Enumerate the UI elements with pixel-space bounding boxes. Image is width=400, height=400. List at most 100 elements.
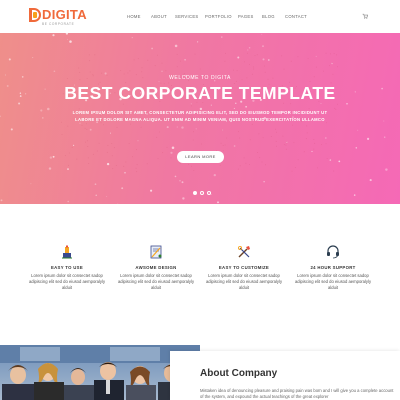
particle-dot — [30, 183, 32, 185]
logo-word: DIGITA — [42, 7, 87, 22]
map-dot — [107, 144, 109, 146]
map-dot — [262, 137, 264, 139]
map-dot — [245, 162, 247, 164]
map-dot — [113, 147, 115, 149]
map-dot — [297, 159, 299, 161]
particle-dot — [353, 194, 356, 196]
map-dot — [112, 168, 114, 170]
particle-dot — [248, 47, 251, 49]
particle-dot — [366, 137, 370, 141]
particle-dot — [237, 56, 240, 59]
particle-dot — [338, 160, 341, 163]
map-dot — [65, 155, 66, 157]
map-dot — [136, 149, 137, 151]
design-icon — [150, 245, 162, 259]
logo[interactable]: DIGITA BE CORPORATE — [29, 8, 87, 26]
nav-item-pages[interactable]: PAGES — [238, 14, 254, 19]
particle-dot — [121, 187, 124, 190]
map-dot — [188, 163, 190, 165]
nav-item-about[interactable]: ABOUT — [151, 14, 167, 19]
map-dot — [120, 70, 122, 71]
particle-dot — [213, 173, 216, 177]
particle-dot — [261, 33, 263, 35]
map-dot — [293, 142, 295, 144]
feature-title: AWSOME DESIGN — [135, 265, 177, 270]
learn-more-button[interactable]: LEARN MORE — [177, 151, 224, 163]
particle-dot — [179, 179, 181, 182]
particle-dot — [106, 162, 110, 166]
particle-dot — [94, 183, 97, 186]
map-dot — [219, 164, 221, 166]
map-dot — [281, 55, 283, 57]
slider-dot-2[interactable] — [200, 191, 204, 195]
particle-dot — [233, 145, 236, 147]
map-dot — [84, 127, 86, 129]
map-dot — [306, 125, 308, 127]
particle-dot — [52, 34, 55, 37]
nav-item-services[interactable]: SERVICES — [175, 14, 199, 19]
map-dot — [313, 139, 315, 140]
particle-dot — [67, 200, 69, 203]
particle-dot — [52, 155, 55, 158]
map-dot — [258, 133, 260, 135]
slider-dot-1[interactable] — [193, 191, 197, 195]
particle-dot — [357, 129, 359, 131]
particle-dot — [47, 107, 50, 111]
feature-text: Lorem ipsum dolor sit consectet sadop ad… — [28, 273, 106, 290]
map-dot — [261, 161, 263, 163]
map-dot — [191, 165, 192, 167]
map-dot — [251, 123, 253, 125]
map-dot — [86, 128, 88, 130]
map-dot — [249, 164, 250, 165]
slider-dot-3[interactable] — [207, 191, 211, 195]
nav-item-home[interactable]: HOME — [127, 14, 141, 19]
map-dot — [335, 108, 337, 110]
map-dot — [125, 161, 127, 163]
map-dot — [190, 105, 192, 107]
map-dot — [129, 70, 131, 72]
map-dot — [224, 60, 226, 62]
feature-easy-to-use: EASY TO USE Lorem ipsum dolor sit consec… — [27, 245, 107, 291]
particle-dot — [89, 128, 92, 131]
map-dot — [336, 54, 338, 56]
map-dot — [179, 60, 181, 62]
particle-dot — [0, 115, 1, 118]
map-dot — [193, 170, 195, 171]
map-dot — [130, 123, 132, 125]
particle-dot — [384, 136, 386, 138]
hero-description: LOREM IPSUM DOLOR SIT AMET, CONSECTETUR … — [72, 110, 328, 122]
map-dot — [162, 152, 164, 154]
map-dot — [76, 158, 78, 160]
map-dot — [94, 54, 96, 56]
customize-icon — [237, 245, 250, 258]
particle-dot — [65, 33, 69, 35]
map-dot — [60, 121, 62, 123]
particle-dot — [181, 181, 184, 184]
map-dot — [291, 170, 293, 172]
map-dot — [133, 59, 135, 61]
map-dot — [275, 140, 277, 142]
map-dot — [193, 131, 194, 133]
map-dot — [276, 145, 277, 147]
cart-icon[interactable] — [362, 13, 368, 19]
particle-dot — [137, 140, 139, 142]
particle-dot — [10, 128, 13, 131]
particle-dot — [383, 120, 385, 122]
map-dot — [67, 125, 69, 127]
map-dot — [265, 164, 266, 166]
map-dot — [103, 124, 104, 126]
map-dot — [226, 137, 228, 139]
hero-eyebrow: WELCOME TO DIGITA — [169, 75, 231, 81]
map-dot — [326, 158, 328, 159]
map-dot — [146, 163, 148, 165]
nav-item-portfolio[interactable]: PORTFOLIO — [205, 14, 232, 19]
particle-dot — [131, 37, 133, 39]
particle-dot — [369, 179, 372, 182]
particle-dot — [324, 137, 327, 139]
nav-item-blog[interactable]: BLOG — [262, 14, 275, 19]
nav-item-contact[interactable]: CONTACT — [285, 14, 307, 19]
map-dot — [135, 167, 137, 169]
particle-dot — [117, 203, 119, 204]
particle-dot — [267, 59, 270, 61]
particle-dot — [247, 49, 249, 51]
